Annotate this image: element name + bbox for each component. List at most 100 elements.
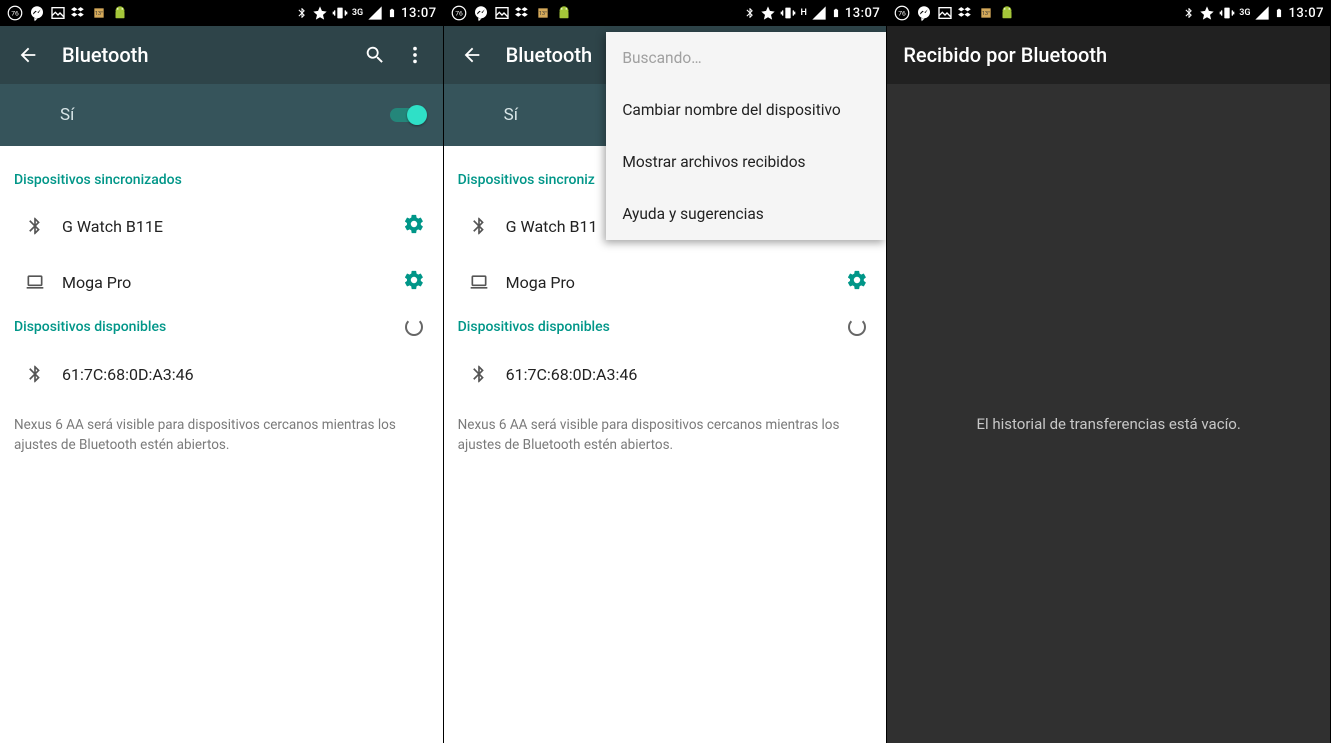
search-button[interactable] — [355, 35, 395, 75]
paired-section-title: Dispositivos sincronizados — [0, 164, 443, 198]
search-icon — [364, 44, 386, 66]
clock: 13:07 — [1288, 6, 1323, 21]
menu-item-rename-device[interactable]: Cambiar nombre del dispositivo — [606, 84, 886, 136]
dropbox-icon — [70, 5, 87, 22]
bluetooth-status-icon — [296, 5, 308, 21]
svg-text:76: 76 — [455, 10, 463, 18]
app-bar: Bluetooth — [0, 26, 443, 84]
vibrate-icon — [780, 5, 796, 21]
app-bar: Recibido por Bluetooth — [887, 26, 1330, 84]
more-vert-icon — [404, 44, 426, 66]
scanning-spinner-icon — [405, 318, 423, 336]
status-bar: 76 13° 3G 13:07 — [887, 0, 1330, 26]
available-section-title: Dispositivos disponibles — [444, 310, 887, 346]
svg-text:13°: 13° — [539, 11, 547, 17]
laptop-icon — [458, 272, 500, 292]
toggle-label: Sí — [60, 105, 74, 125]
battery-icon — [831, 5, 841, 21]
bluetooth-icon — [14, 362, 56, 386]
signal-type-label: 3G — [1239, 8, 1250, 18]
back-button[interactable] — [8, 35, 48, 75]
device-name: 61:7C:68:0D:A3:46 — [56, 365, 429, 384]
paired-device-row[interactable]: Moga Pro — [0, 254, 443, 310]
android-icon — [998, 4, 1016, 22]
svg-text:76: 76 — [899, 10, 907, 18]
visibility-footnote: Nexus 6 AA será visible para dispositivo… — [444, 402, 887, 455]
battery-circle-icon: 76 — [6, 4, 24, 22]
dropbox-icon — [957, 5, 974, 22]
bluetooth-icon — [14, 214, 56, 238]
content-area: Dispositivos sincronizados G Watch B11E … — [0, 146, 443, 455]
image-icon — [50, 5, 66, 21]
status-bar: 76 13° H 13:07 — [444, 0, 887, 26]
signal-type-label: 3G — [352, 8, 363, 18]
image-icon — [937, 5, 953, 21]
star-icon — [1199, 5, 1215, 21]
screen-bluetooth-settings: 76 13° 3G 13:07 Bluetooth Sí Dispositivos s… — [0, 0, 444, 743]
app-bar-title: Recibido por Bluetooth — [903, 43, 1322, 67]
device-name: 61:7C:68:0D:A3:46 — [500, 365, 873, 384]
star-icon — [312, 5, 328, 21]
app-bar-title: Bluetooth — [62, 43, 355, 67]
gear-icon — [403, 269, 425, 291]
laptop-icon — [14, 272, 56, 292]
available-section-title: Dispositivos disponibles — [0, 310, 443, 346]
clock: 13:07 — [845, 6, 880, 21]
clock: 13:07 — [401, 6, 436, 21]
android-icon — [555, 4, 573, 22]
signal-icon — [811, 5, 827, 21]
bluetooth-status-icon — [1183, 5, 1195, 21]
signal-icon — [367, 5, 383, 21]
screen-bluetooth-menu-open: 7613°H13:07 Bluetooth Sí Dispositivos si… — [444, 0, 888, 743]
available-device-row[interactable]: 61:7C:68:0D:A3:46 — [0, 346, 443, 402]
back-button[interactable] — [452, 35, 492, 75]
device-settings-button[interactable] — [403, 213, 429, 239]
device-name: G Watch B11E — [56, 217, 403, 236]
back-arrow-icon — [461, 44, 483, 66]
battery-icon — [1274, 5, 1284, 21]
toggle-label: Sí — [504, 105, 518, 125]
menu-item-searching: Buscando… — [606, 32, 886, 84]
battery-circle-icon: 76 — [450, 4, 468, 22]
bluetooth-toggle-row[interactable]: Sí — [0, 84, 443, 146]
screen-received-files: 76 13° 3G 13:07 Recibido por Bluetooth El h… — [887, 0, 1331, 743]
empty-state-text: El historial de transferencias está vací… — [887, 415, 1330, 433]
bluetooth-icon — [458, 214, 500, 238]
weather-icon: 13° — [535, 5, 551, 21]
dropbox-icon — [514, 5, 531, 22]
image-icon — [494, 5, 510, 21]
android-icon — [111, 4, 129, 22]
gear-icon — [403, 213, 425, 235]
signal-type-label: H — [800, 8, 806, 18]
weather-icon: 13° — [978, 5, 994, 21]
device-settings-button[interactable] — [403, 269, 429, 295]
gear-icon — [846, 269, 868, 291]
device-settings-button[interactable] — [846, 269, 872, 295]
back-arrow-icon — [17, 44, 39, 66]
paired-device-row[interactable]: G Watch B11E — [0, 198, 443, 254]
signal-icon — [1254, 5, 1270, 21]
vibrate-icon — [332, 5, 348, 21]
battery-icon — [387, 5, 397, 21]
paired-device-row[interactable]: Moga Pro — [444, 254, 887, 310]
vibrate-icon — [1219, 5, 1235, 21]
overflow-menu: Buscando… Cambiar nombre del dispositivo… — [606, 32, 886, 240]
weather-icon: 13° — [91, 5, 107, 21]
star-icon — [760, 5, 776, 21]
device-name: Moga Pro — [500, 273, 847, 292]
overflow-button[interactable] — [395, 35, 435, 75]
bluetooth-icon — [458, 362, 500, 386]
svg-text:13°: 13° — [95, 11, 103, 17]
scanning-spinner-icon — [848, 318, 866, 336]
bluetooth-status-icon — [744, 5, 756, 21]
available-device-row[interactable]: 61:7C:68:0D:A3:46 — [444, 346, 887, 402]
messenger-icon — [472, 4, 490, 22]
device-name: Moga Pro — [56, 273, 403, 292]
menu-item-help[interactable]: Ayuda y sugerencias — [606, 188, 886, 240]
bluetooth-switch[interactable] — [387, 105, 427, 125]
visibility-footnote: Nexus 6 AA será visible para dispositivo… — [0, 402, 443, 455]
menu-item-show-received[interactable]: Mostrar archivos recibidos — [606, 136, 886, 188]
messenger-icon — [28, 4, 46, 22]
messenger-icon — [915, 4, 933, 22]
battery-circle-icon: 76 — [893, 4, 911, 22]
